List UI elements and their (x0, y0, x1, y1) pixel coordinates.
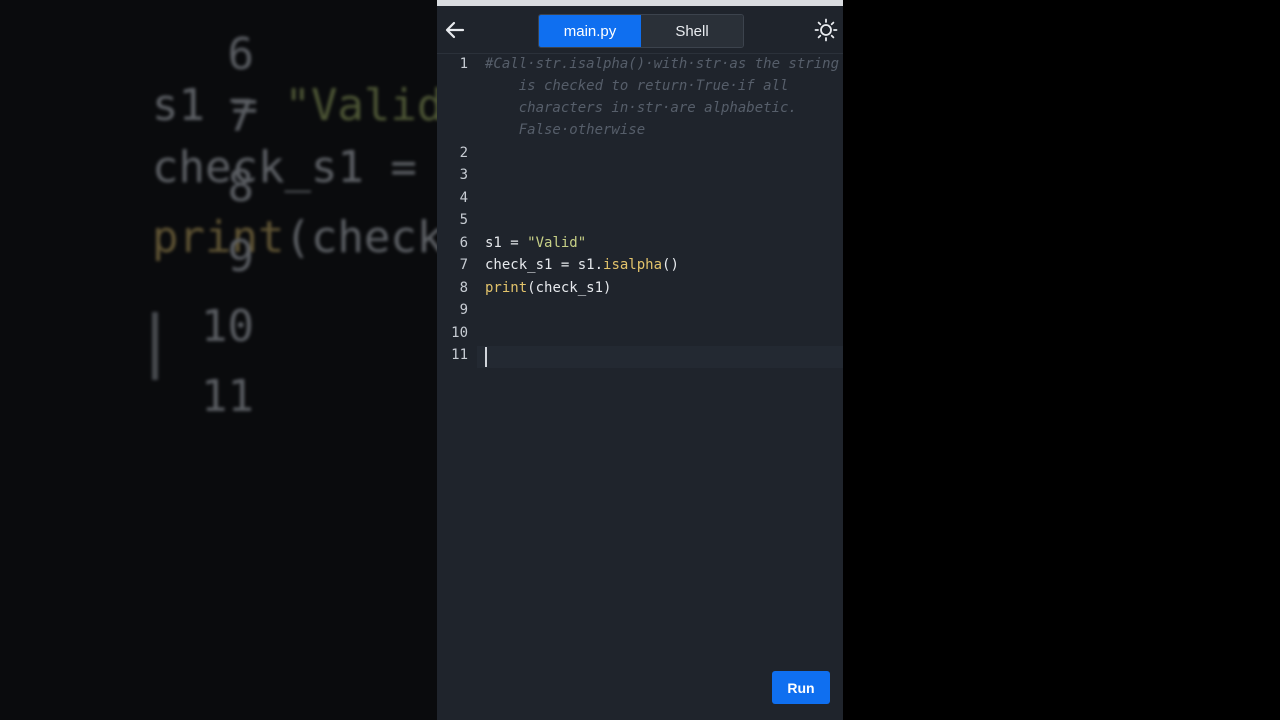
run-button[interactable]: Run (772, 671, 830, 704)
sun-icon (814, 18, 838, 42)
code-function: print (485, 280, 528, 296)
code-comment-line: False·otherwise (485, 122, 646, 138)
code-comment-line: is checked to return·True·if all (485, 78, 789, 94)
active-line-highlight (477, 346, 843, 368)
tab-shell[interactable]: Shell (641, 15, 743, 47)
theme-toggle-button[interactable] (814, 18, 838, 42)
file-tabs: main.py Shell (538, 14, 744, 48)
line-number: 2 (459, 145, 468, 161)
code-comment-line: #Call·str.isalpha()·with·str·as the stri… (485, 56, 840, 72)
background-zoomed-editor: 6 s1 = "Valid" 7 check_s1 = 8 print(chec… (0, 0, 437, 720)
bg-line-number: 7 (227, 91, 254, 142)
code-line: s1 = "Valid" (485, 235, 586, 251)
line-number: 1 (459, 56, 468, 72)
code-comment-line: characters in·str·are alphabetic. (485, 100, 797, 116)
code-editor-app: main.py Shell 1 #Call·str.isalpha()·with… (437, 0, 843, 720)
line-number: 10 (451, 325, 468, 341)
code-function: isalpha (603, 257, 663, 273)
back-button[interactable] (443, 18, 467, 42)
code-line: print(check_s1) (485, 280, 611, 296)
code-text: (check_s1) (527, 280, 612, 296)
line-number: 9 (459, 302, 468, 318)
bg-line-number: 6 (227, 29, 254, 80)
line-number: 4 (459, 190, 468, 206)
bg-line-number: 11 (200, 371, 254, 422)
code-text: s1 = (485, 235, 528, 251)
tab-main-py[interactable]: main.py (539, 15, 641, 47)
bg-code-string: "Valid" (284, 80, 437, 131)
line-number: 6 (459, 235, 468, 251)
background-right-panel (843, 0, 1280, 720)
code-editor[interactable]: 1 #Call·str.isalpha()·with·str·as the st… (437, 54, 843, 720)
bg-line-number: 10 (200, 301, 254, 352)
bg-line-number: 9 (227, 231, 254, 282)
arrow-left-icon (445, 21, 465, 39)
code-string: "Valid" (527, 235, 587, 251)
bg-line-number: 8 (227, 161, 254, 212)
line-number: 3 (459, 167, 468, 183)
line-number: 7 (459, 257, 468, 273)
bg-code-text: (check (284, 212, 437, 263)
code-text: () (662, 257, 679, 273)
line-number: 11 (451, 347, 468, 363)
bg-cursor (152, 312, 158, 380)
line-number: 8 (459, 280, 468, 296)
line-number: 5 (459, 212, 468, 228)
text-cursor (485, 347, 487, 367)
code-text: check_s1 = s1. (485, 257, 604, 273)
top-bar: main.py Shell (437, 0, 843, 54)
code-line: check_s1 = s1.isalpha() (485, 257, 679, 273)
